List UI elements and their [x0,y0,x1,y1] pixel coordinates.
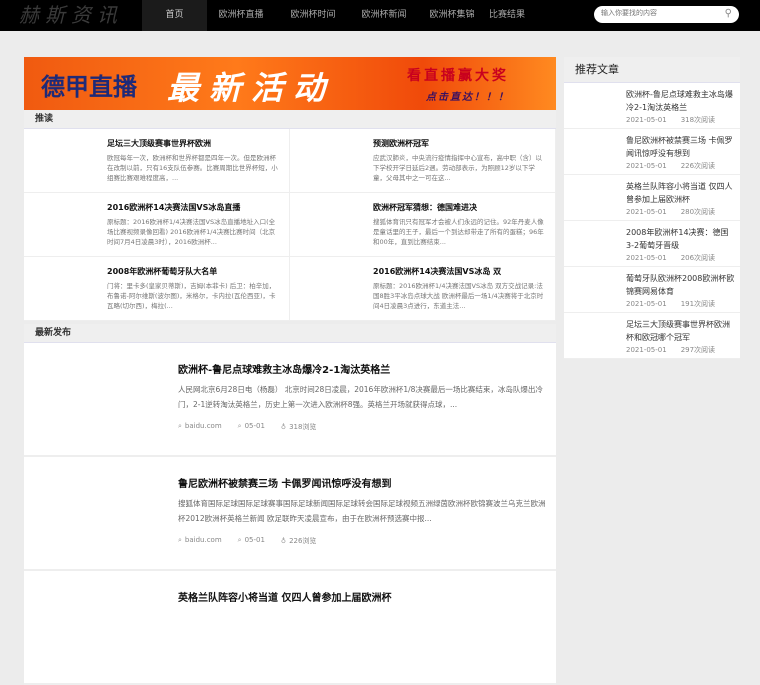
recommend-card[interactable]: 预测欧洲杯冠军应武汉肺炎，中央流行疫情指挥中心宣布，高中职（含）以下学校开学日延… [290,129,556,193]
sidebar-item[interactable]: 欧洲杯-鲁尼点球难救主冰岛爆冷2-1淘汰英格兰 2021-05-01 318次阅读 [564,83,740,129]
sidebar-item-title[interactable]: 鲁尼欧洲杯被禁赛三场 卡佩罗闻讯惊呼没有想到 [626,134,736,160]
article-meta: ⌕ baidu.com ⌕ 05-01 ♁ 226浏览 [178,536,548,546]
latest-item[interactable]: 欧洲杯-鲁尼点球难救主冰岛爆冷2-1淘汰英格兰人民网北京6月28日电（杨磊） 北… [24,343,556,457]
sidebar-item-date: 2021-05-01 [626,254,667,262]
recommend-card[interactable]: 2016欧洲杯14决赛法国VS冰岛直播原标题：2016欧洲杯1/4决赛法国VS冰… [24,193,290,257]
card-desc: 欧冠每年一次，欧洲杯和世界杯都是四年一次。但是欧洲杯在改制以前，只有16支队伍参… [107,154,278,182]
sidebar-item-date: 2021-05-01 [626,162,667,170]
main-column: 德甲直播 最新活动 看直播赢大奖 点击直达！！！ 推读 足坛三大顶级赛事世界杯欧… [24,57,556,685]
recommend-card[interactable]: 2008年欧洲杯葡萄牙队大名单门将：里卡多(皇家贝蒂斯)，吉姆(本菲卡) 后卫：… [24,257,290,321]
sidebar-item[interactable]: 葡萄牙队欧洲杯2008欧洲杯欧锦赛网易体育 2021-05-01 191次阅读 [564,267,740,313]
nav-euro-live[interactable]: 欧洲杯直播 [207,0,275,31]
recommend-read-header: 推读 [24,110,556,129]
article-title[interactable]: 英格兰队阵容小将当道 仅四人曾参加上届欧洲杯 [178,589,548,604]
source: ⌕ baidu.com [178,536,222,546]
card-desc: 原标题：2016欧洲杯1/4决赛法国VS冰岛直播地址入口(全场比赛视频录像回看)… [107,218,276,246]
site-logo[interactable]: 赫斯资讯 [0,0,142,31]
search-box: ⚲ [594,6,739,23]
date-text: 05-01 [244,422,265,430]
latest-header: 最新发布 [24,324,556,343]
source-icon: ⌕ [178,422,182,430]
sidebar-item-title[interactable]: 葡萄牙队欧洲杯2008欧洲杯欧锦赛网易体育 [626,272,736,298]
nav-euro-highlights[interactable]: 欧洲杯集锦 [417,0,487,31]
sidebar-item-reads: 280次阅读 [680,208,716,216]
card-desc: 原标题：2016欧洲杯1/4决赛法国VS冰岛 双方交战记录:法国8胜3平冰岛点球… [373,282,544,310]
recommend-read-grid: 足坛三大顶级赛事世界杯欧洲欧冠每年一次，欧洲杯和世界杯都是四年一次。但是欧洲杯在… [24,129,556,321]
recommend-card[interactable]: 欧洲杯冠军猜想：德国难进决搜狐体育讯只有冠军才会被人们永远的记住。92年丹麦人像… [290,193,556,257]
article-meta: ⌕ baidu.com ⌕ 05-01 ♁ 318浏览 [178,422,548,432]
sidebar-item-date: 2021-05-01 [626,300,667,308]
banner-left: 德甲直播 [41,73,137,101]
card-title[interactable]: 足坛三大顶级赛事世界杯欧洲 [107,138,281,149]
banner-sub: 点击直达！！！ [426,92,510,103]
card-title[interactable]: 2008年欧洲杯葡萄牙队大名单 [107,266,281,277]
source-text: baidu.com [184,536,222,544]
sidebar-item-reads: 206次阅读 [680,254,716,262]
source-text: baidu.com [184,422,222,430]
card-title[interactable]: 2016欧洲杯14决赛法国VS冰岛 双 [373,266,547,277]
clock-icon: ⌕ [237,422,242,430]
sidebar-item[interactable]: 2008年欧洲杯14决赛：德国3-2葡萄牙晋级 2021-05-01 206次阅读 [564,221,740,267]
article-title[interactable]: 欧洲杯-鲁尼点球难救主冰岛爆冷2-1淘汰英格兰 [178,361,548,376]
sidebar-item-title[interactable]: 2008年欧洲杯14决赛：德国3-2葡萄牙晋级 [626,226,736,252]
sidebar-list: 欧洲杯-鲁尼点球难救主冰岛爆冷2-1淘汰英格兰 2021-05-01 318次阅读鲁… [564,83,740,359]
card-title[interactable]: 2016欧洲杯14决赛法国VS冰岛直播 [107,202,281,213]
card-title[interactable]: 欧洲杯冠军猜想：德国难进决 [373,202,547,213]
sidebar-item-title[interactable]: 欧洲杯-鲁尼点球难救主冰岛爆冷2-1淘汰英格兰 [626,88,736,114]
sidebar-item[interactable]: 鲁尼欧洲杯被禁赛三场 卡佩罗闻讯惊呼没有想到 2021-05-01 226次阅读 [564,129,740,175]
recommend-card[interactable]: 足坛三大顶级赛事世界杯欧洲欧冠每年一次，欧洲杯和世界杯都是四年一次。但是欧洲杯在… [24,129,290,193]
card-desc: 应武汉肺炎，中央流行疫情指挥中心宣布，高中职（含）以下学校开学日延后2週。劳动部… [373,154,542,182]
sidebar-item-reads: 318次阅读 [680,116,716,124]
top-nav: 赫斯资讯 首页 欧洲杯直播 欧洲杯时间 欧洲杯新闻 欧洲杯集锦 比赛结果 ⚲ [0,0,760,31]
latest-item[interactable]: 英格兰队阵容小将当道 仅四人曾参加上届欧洲杯 [24,571,556,685]
sidebar-item[interactable]: 英格兰队阵容小将当道 仅四人曾参加上届欧洲杯 2021-05-01 280次阅读 [564,175,740,221]
card-desc: 门将：里卡多(皇家贝蒂斯)，吉姆(本菲卡) 后卫：柏辛加，布鲁诺-阿尔维斯(波尔… [107,282,276,310]
views-text: 318浏览 [289,423,317,431]
banner-main: 最新活动 [167,69,336,107]
banner-right: 看直播赢大奖 [407,68,509,84]
latest-item[interactable]: 鲁尼欧洲杯被禁赛三场 卡佩罗闻讯惊呼没有想到搜狐体育国际足球国际足球赛事国际足球… [24,457,556,571]
sidebar-item[interactable]: 足坛三大顶级赛事世界杯欧洲杯和欧冠哪个冠军 2021-05-01 297次阅读 [564,313,740,359]
eye-icon: ♁ [280,423,287,431]
sidebar-item-date: 2021-05-01 [626,116,667,124]
search-icon[interactable]: ⚲ [725,8,732,19]
nav-home[interactable]: 首页 [142,0,207,31]
article-desc: 搜狐体育国际足球国际足球赛事国际足球新闻国际足球转会国际足球视频五洲绿茵欧洲杯欧… [178,499,546,523]
card-title[interactable]: 预测欧洲杯冠军 [373,138,547,149]
sidebar-item-reads: 297次阅读 [680,346,716,354]
card-desc: 搜狐体育讯只有冠军才会被人们永远的记住。92年丹麦人像是童话里的王子，最后一个到… [373,218,544,246]
source: ⌕ baidu.com [178,422,222,432]
sidebar-item-title[interactable]: 英格兰队阵容小将当道 仅四人曾参加上届欧洲杯 [626,180,736,206]
sidebar-item-date: 2021-05-01 [626,346,667,354]
source-icon: ⌕ [178,536,182,544]
sidebar-title: 推荐文章 [564,57,740,83]
sidebar-item-title[interactable]: 足坛三大顶级赛事世界杯欧洲杯和欧冠哪个冠军 [626,318,736,344]
article-title[interactable]: 鲁尼欧洲杯被禁赛三场 卡佩罗闻讯惊呼没有想到 [178,475,548,490]
nav-results[interactable]: 比赛结果 [487,0,527,31]
sidebar-item-reads: 226次阅读 [680,162,716,170]
eye-icon: ♁ [280,537,287,545]
nav-euro-news[interactable]: 欧洲杯新闻 [351,0,417,31]
clock-icon: ⌕ [237,536,242,544]
promo-banner[interactable]: 德甲直播 最新活动 看直播赢大奖 点击直达！！！ [24,57,556,110]
sidebar-item-reads: 191次阅读 [680,300,716,308]
nav-euro-schedule[interactable]: 欧洲杯时间 [275,0,351,31]
views-text: 226浏览 [289,537,317,545]
date-text: 05-01 [244,536,265,544]
latest-list: 欧洲杯-鲁尼点球难救主冰岛爆冷2-1淘汰英格兰人民网北京6月28日电（杨磊） 北… [24,343,556,685]
recommend-card[interactable]: 2016欧洲杯14决赛法国VS冰岛 双原标题：2016欧洲杯1/4决赛法国VS冰… [290,257,556,321]
article-desc: 人民网北京6月28日电（杨磊） 北京时间28日凌晨，2016年欧洲杯1/8决赛最… [178,385,543,409]
sidebar-item-date: 2021-05-01 [626,208,667,216]
sidebar: 推荐文章 欧洲杯-鲁尼点球难救主冰岛爆冷2-1淘汰英格兰 2021-05-01 31… [564,57,740,359]
search-input[interactable] [601,9,716,17]
